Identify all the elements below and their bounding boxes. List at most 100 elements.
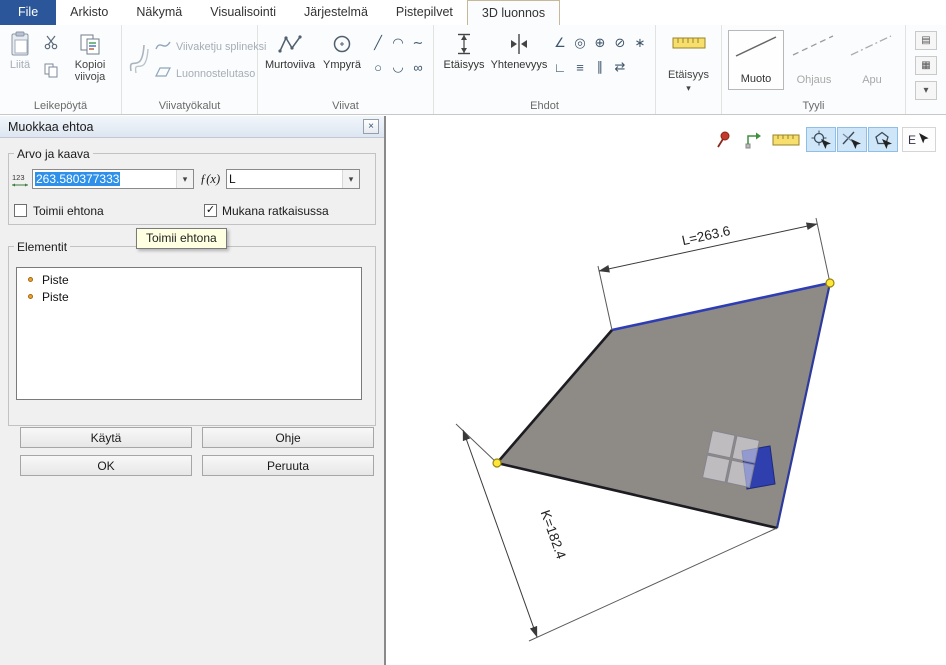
tab-3d-luonnos[interactable]: 3D luonnos [467,0,560,25]
circle-label: Ympyrä [323,59,361,71]
polyline-icon [278,29,302,59]
plane-icon [155,65,171,82]
element-select-button[interactable]: E [902,127,936,152]
copy-lines-icon [78,29,102,59]
curves-icon[interactable] [126,37,152,77]
dialog-titlebar[interactable]: Muokkaa ehtoa × [0,116,384,138]
concentric-constraint-icon[interactable]: ◎ [570,33,590,53]
dim-k-text[interactable]: K=182.4 [538,508,569,561]
spline-tool-icon[interactable]: ∼ [408,33,428,53]
copy-lines-button[interactable]: Kopioi viivoja [62,29,118,91]
orient-button[interactable] [740,127,766,152]
sketch-canvas[interactable]: L=263.6 K=182.4 [386,116,946,665]
angle-constraint-icon[interactable]: ∠ [550,33,570,53]
perpendicular-constraint-icon[interactable]: ∟ [550,57,570,77]
tab-visualisointi[interactable]: Visualisointi [196,0,290,25]
value-combobox[interactable]: 263.580377333 ▾ [32,169,194,189]
snap-point-icon [810,129,832,151]
group-label-viivatyokalut: Viivatyökalut [122,100,257,112]
grid-view-button[interactable]: ▦ [915,56,937,75]
formula-combo-arrow-icon[interactable]: ▾ [342,170,359,188]
svg-text:123: 123 [12,173,25,182]
snap-line-toggle[interactable] [837,127,867,152]
paste-button[interactable]: Liitä [2,29,38,91]
chevron-down-icon: ▾ [686,83,691,94]
included-in-solve-label[interactable]: Mukana ratkaisussa [222,204,329,218]
horizontal-constraint-icon[interactable]: ≡ [570,57,590,77]
dim-k-ext2 [529,528,777,641]
help-button[interactable]: Ohje [202,427,374,448]
vertex-point-a[interactable] [826,279,834,287]
circle-button[interactable]: Ympyrä [320,29,364,91]
more-options-button[interactable]: ▾ [915,81,937,100]
included-in-solve-checkbox[interactable]: ✓ [204,204,217,217]
ribbon-group-leikepoyta: Liitä [0,25,122,114]
tab-file[interactable]: File [0,0,56,25]
ellipse-tool-icon[interactable]: ○ [368,57,388,77]
cancel-button[interactable]: Peruuta [202,455,374,476]
list-view-button[interactable]: ▤ [915,31,937,50]
arc-tool-icon[interactable]: ◠ [388,33,408,53]
ribbon-group-extra: ▤ ▦ ▾ [906,25,946,114]
snap-face-toggle[interactable] [868,127,898,152]
value-group-label: Arvo ja kaava [14,147,93,161]
copy-icon[interactable] [42,61,60,79]
clipboard-icon [9,29,31,59]
pattern-constraint-icon[interactable]: ∗ [630,33,650,53]
tab-nakyma[interactable]: Näkymä [122,0,196,25]
acts-as-condition-label[interactable]: Toimii ehtona [33,204,104,218]
acts-as-condition-checkbox[interactable] [14,204,27,217]
dashed-line-icon [786,30,840,60]
swap-constraint-icon[interactable]: ⇄ [610,57,630,77]
tooltip: Toimii ehtona [136,228,227,249]
edit-condition-dialog: Muokkaa ehtoa × Arvo ja kaava 123 263.58… [0,116,386,665]
line-tool-icon[interactable]: ╱ [368,33,388,53]
snap-point-toggle[interactable] [806,127,836,152]
style-aux-button[interactable]: Apu [844,30,900,90]
elements-listbox[interactable]: Piste Piste [16,267,362,400]
tab-arkisto[interactable]: Arkisto [56,0,122,25]
coincidence-button[interactable]: Yhtenevyys [490,29,548,91]
element-letter: E [908,133,916,147]
arc2-tool-icon[interactable]: ◡ [388,57,408,77]
sketch-plane-button[interactable]: Luonnostelutaso [155,65,255,82]
apply-button[interactable]: Käytä [20,427,192,448]
dim-l-ext2 [816,218,830,283]
distance-dropdown-button[interactable]: Etäisyys [656,69,721,81]
pushpin-icon [714,130,732,149]
value-text: 263.580377333 [35,172,120,186]
list-item[interactable]: Piste [17,271,361,288]
ok-button[interactable]: OK [20,455,192,476]
list-item[interactable]: Piste [17,288,361,305]
dim-l-ext1 [598,266,612,330]
vertex-point-d[interactable] [493,459,501,467]
tangent-constraint-icon[interactable]: ⊕ [590,33,610,53]
close-button[interactable]: × [363,119,379,134]
closed-spline-tool-icon[interactable]: ∞ [408,57,428,77]
pin-button[interactable] [710,127,736,152]
style-guide-label: Ohjaus [786,74,842,86]
formula-combobox[interactable]: L ▾ [226,169,360,189]
spline-chain-button[interactable]: Viivaketju splineksi [155,38,266,55]
ribbon-group-viivatyokalut: Viivaketju splineksi Luonnostelutaso Vii… [122,25,258,114]
distance-dropdown-label: Etäisyys [668,69,709,81]
style-guide-button[interactable]: Ohjaus [786,30,842,90]
style-shape-button[interactable]: Muoto [728,30,784,90]
spline-chain-label: Viivaketju splineksi [176,41,266,53]
polyline-button[interactable]: Murtoviiva [262,29,318,91]
cut-icon[interactable] [42,33,60,51]
tab-jarjestelma[interactable]: Järjestelmä [290,0,382,25]
list-item-label: Piste [42,273,69,287]
symmetry-constraint-icon[interactable]: ⊘ [610,33,630,53]
parallel-constraint-icon[interactable]: ∥ [590,57,610,77]
close-icon: × [368,121,374,132]
measure-button[interactable] [770,127,802,152]
distance-constraint-button[interactable]: Etäisyys [438,29,490,91]
value-combo-arrow-icon[interactable]: ▾ [176,170,193,188]
cursor-icon [918,132,930,148]
tab-pistepilvet[interactable]: Pistepilvet [382,0,467,25]
polyline-label: Murtoviiva [265,59,315,71]
fx-label: ƒ(x) [200,172,220,187]
ribbon-group-etaisyys: Etäisyys ▾ [656,25,722,114]
dashdot-line-icon [844,30,898,60]
